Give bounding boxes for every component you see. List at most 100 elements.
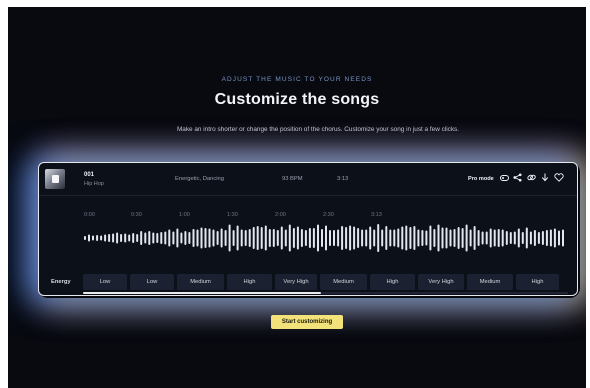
waveform-bar bbox=[96, 235, 99, 241]
toggle-icon[interactable] bbox=[500, 175, 509, 181]
song-header: 001 Hip Hop Energetic, Dancing 93 BPM 3:… bbox=[39, 163, 577, 196]
waveform-bar bbox=[276, 230, 279, 246]
pro-mode-label: Pro mode bbox=[468, 176, 494, 182]
song-duration: 3:13 bbox=[337, 176, 349, 182]
waveform-bar bbox=[365, 229, 368, 247]
energy-segment[interactable]: Very High bbox=[418, 274, 464, 290]
album-cover[interactable] bbox=[45, 169, 65, 189]
waveform-bar bbox=[176, 228, 179, 248]
waveform-bar bbox=[361, 229, 364, 247]
waveform-bar bbox=[473, 226, 476, 250]
waveform-bar bbox=[296, 226, 299, 250]
energy-segment[interactable]: High bbox=[370, 274, 415, 290]
waveform-bar bbox=[188, 232, 191, 244]
start-customizing-button[interactable]: Start customizing bbox=[271, 315, 343, 329]
waveform-bar bbox=[357, 228, 360, 248]
waveform-bar bbox=[164, 231, 167, 245]
share-icon[interactable] bbox=[513, 173, 522, 182]
waveform-bar bbox=[341, 226, 344, 250]
energy-segment[interactable]: Medium bbox=[177, 274, 224, 290]
waveform-bar bbox=[505, 231, 508, 245]
song-number: 001 bbox=[84, 172, 95, 178]
waveform-bar bbox=[513, 231, 516, 245]
waveform-bar bbox=[116, 232, 119, 244]
waveform-bar bbox=[465, 224, 468, 252]
timeline-label: 2:30 bbox=[323, 212, 334, 218]
waveform-bar bbox=[180, 232, 183, 244]
download-icon[interactable] bbox=[541, 173, 549, 182]
energy-segment[interactable]: High bbox=[227, 274, 272, 290]
energy-segment[interactable]: Low bbox=[83, 274, 127, 290]
waveform-bar bbox=[132, 233, 135, 243]
waveform-bar bbox=[441, 227, 444, 249]
waveform-bar bbox=[421, 230, 424, 246]
waveform-bar bbox=[128, 234, 131, 242]
timeline-label: 2:00 bbox=[275, 212, 286, 218]
energy-segment[interactable]: Very High bbox=[275, 274, 317, 290]
waveform-bar bbox=[381, 229, 384, 247]
waveform-bar bbox=[196, 229, 199, 247]
waveform-bar bbox=[208, 228, 211, 248]
waveform-bar bbox=[345, 227, 348, 249]
waveform-bar bbox=[264, 225, 267, 251]
waveform-bar bbox=[152, 232, 155, 244]
timeline-label: 1:00 bbox=[179, 212, 190, 218]
playback-progress[interactable] bbox=[83, 292, 568, 294]
timeline-label: 3:13 bbox=[371, 212, 382, 218]
waveform-bar bbox=[501, 229, 504, 247]
waveform-bar bbox=[553, 228, 556, 248]
waveform-bar bbox=[562, 229, 564, 247]
page-title: Customize the songs bbox=[214, 91, 380, 108]
waveform-bar bbox=[497, 229, 500, 247]
waveform-bar bbox=[168, 229, 171, 247]
heart-icon[interactable] bbox=[554, 173, 564, 182]
timeline-label: 0:30 bbox=[131, 212, 142, 218]
timeline-label: 0:00 bbox=[84, 212, 95, 218]
waveform-bar bbox=[244, 230, 247, 246]
waveform-bar bbox=[112, 233, 115, 243]
waveform-bar bbox=[248, 229, 251, 247]
energy-segment[interactable]: High bbox=[516, 274, 559, 290]
waveform[interactable] bbox=[82, 221, 570, 255]
waveform-bar bbox=[521, 232, 524, 244]
waveform-bar bbox=[124, 233, 127, 243]
energy-segment[interactable]: Low bbox=[130, 274, 174, 290]
waveform-bar bbox=[457, 227, 460, 249]
waveform-bar bbox=[308, 228, 311, 248]
energy-segment[interactable]: Medium bbox=[320, 274, 367, 290]
waveform-bar bbox=[317, 224, 319, 252]
waveform-bar bbox=[224, 230, 227, 246]
waveform-bar bbox=[148, 231, 151, 245]
waveform-bar bbox=[236, 225, 239, 251]
waveform-bar bbox=[533, 230, 536, 246]
waveform-bar bbox=[337, 229, 340, 247]
waveform-bar bbox=[509, 232, 512, 244]
waveform-bar bbox=[369, 226, 372, 250]
waveform-bar bbox=[485, 231, 488, 245]
waveform-bar bbox=[541, 231, 544, 245]
waveform-bar bbox=[100, 235, 103, 241]
waveform-bar bbox=[192, 229, 195, 247]
section-eyebrow: ADJUST THE MUSIC TO YOUR NEEDS bbox=[221, 76, 373, 83]
energy-segment[interactable]: Medium bbox=[467, 274, 513, 290]
waveform-bar bbox=[280, 226, 283, 250]
waveform-bar bbox=[88, 234, 90, 242]
link-icon[interactable] bbox=[527, 173, 536, 182]
waveform-bar bbox=[160, 232, 163, 244]
waveform-bar bbox=[120, 234, 123, 242]
waveform-bar bbox=[200, 227, 203, 249]
waveform-bar bbox=[300, 229, 303, 247]
waveform-bar bbox=[333, 230, 335, 246]
waveform-bar bbox=[184, 231, 187, 245]
waveform-bar bbox=[288, 224, 291, 252]
waveform-bar bbox=[349, 225, 352, 251]
waveform-bar bbox=[417, 229, 420, 247]
waveform-bar bbox=[477, 230, 480, 246]
waveform-bar bbox=[172, 231, 175, 245]
waveform-bar bbox=[140, 231, 143, 245]
waveform-bar bbox=[517, 228, 520, 248]
waveform-bar bbox=[252, 227, 255, 249]
energy-track: Low Low Medium High Very High Medium Hig… bbox=[83, 274, 570, 290]
waveform-bar bbox=[329, 230, 331, 246]
waveform-bar bbox=[321, 229, 323, 247]
